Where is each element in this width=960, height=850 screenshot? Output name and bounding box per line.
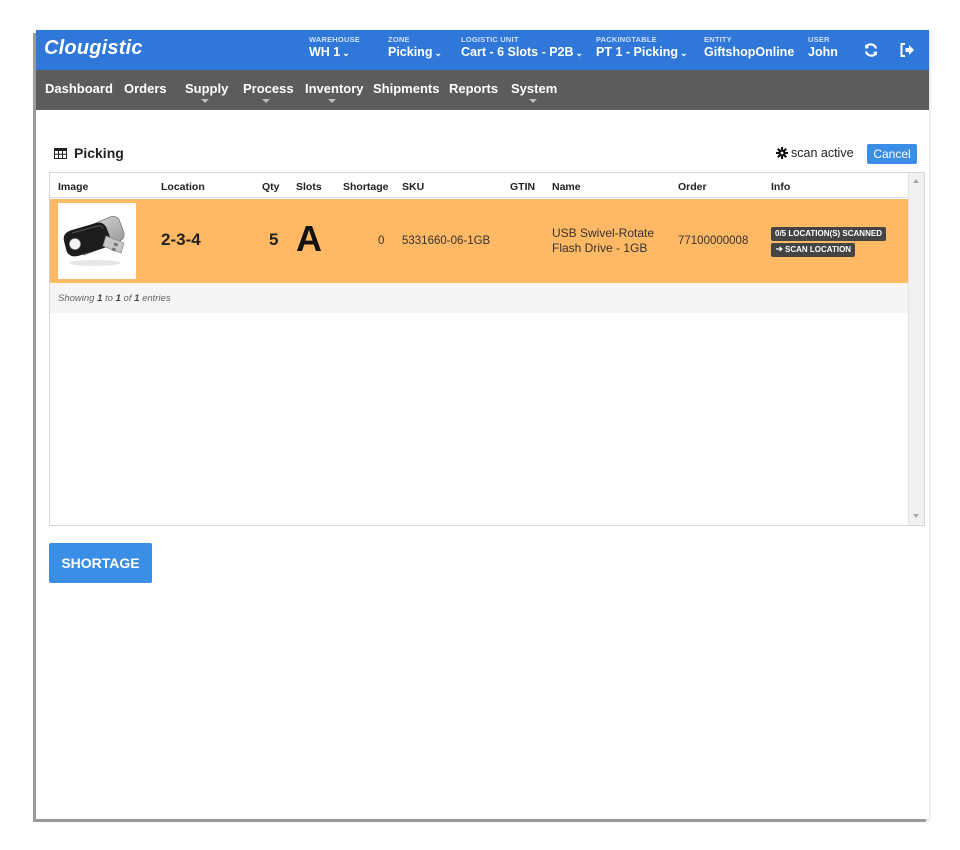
slot-cell: A	[296, 218, 322, 259]
user-field: User John	[808, 35, 838, 59]
shortage-cell: 0	[378, 235, 385, 247]
scroll-down-icon[interactable]	[913, 514, 919, 518]
entries-prefix: Showing	[58, 293, 95, 304]
warehouse-caption: Warehouse	[309, 35, 360, 44]
zone-caption: Zone	[388, 35, 410, 44]
order-cell: 77100000008	[678, 235, 749, 247]
gear-icon	[776, 147, 788, 159]
column-header-name[interactable]: Name	[552, 181, 581, 193]
logistic-unit-caption: Logistic unit	[461, 35, 519, 44]
product-image	[58, 203, 136, 279]
hand-pointer-icon	[776, 246, 783, 252]
column-header-order[interactable]: Order	[678, 181, 707, 193]
refresh-icon[interactable]	[862, 41, 880, 59]
column-header-gtin[interactable]: GTIN	[510, 181, 535, 193]
entries-total: 1	[134, 293, 140, 304]
chevron-down-icon: ⌄	[342, 48, 350, 58]
locations-scanned-badge: 0/5 LOCATION(S) SCANNED	[771, 227, 886, 241]
warehouse-value: WH 1	[309, 45, 341, 59]
chevron-down-icon: ⌄	[434, 48, 443, 58]
column-header-location[interactable]: Location	[161, 181, 205, 193]
cancel-button[interactable]: Cancel	[867, 144, 917, 164]
scan-status: scan active	[776, 146, 854, 160]
entries-of-word: of	[123, 293, 132, 304]
table-scrollbar[interactable]	[908, 173, 924, 525]
submenu-caret-icon	[201, 99, 209, 103]
entity-value: GiftshopOnline	[704, 45, 795, 59]
entity-caption: Entity	[704, 35, 732, 44]
user-caption: User	[808, 35, 830, 44]
entity-field: Entity GiftshopOnline	[704, 35, 794, 59]
logout-icon[interactable]	[898, 41, 916, 59]
scan-status-label: scan active	[791, 146, 854, 160]
top-header-bar: Clougistic Warehouse WH 1 ⌄ Zone Picking ⌄…	[36, 30, 929, 70]
picking-table: Image Location Qty Slots Shortage SKU GT…	[49, 172, 925, 526]
nav-item-orders[interactable]: Orders	[124, 81, 167, 96]
logistic-unit-value: Cart - 6 Slots - P2B	[461, 45, 574, 59]
shortage-button[interactable]: SHORTAGE	[49, 543, 152, 583]
nav-item-process[interactable]: Process	[243, 81, 294, 96]
qty-cell: 5	[269, 230, 279, 249]
nav-item-reports[interactable]: Reports	[449, 81, 498, 96]
user-value: John	[808, 45, 838, 59]
packingtable-selector[interactable]: Packingtable PT 1 - Picking ⌄	[596, 35, 688, 59]
warehouse-selector[interactable]: Warehouse WH 1 ⌄	[309, 35, 360, 59]
table-icon	[54, 148, 67, 159]
entries-to: 1	[115, 293, 121, 304]
scroll-up-icon[interactable]	[913, 179, 919, 183]
column-header-qty[interactable]: Qty	[262, 181, 280, 193]
sku-cell: 5331660-06-1GB	[402, 235, 491, 247]
nav-item-shipments[interactable]: Shipments	[373, 81, 439, 96]
nav-item-supply[interactable]: Supply	[185, 81, 228, 96]
logistic-unit-selector[interactable]: Logistic unit Cart - 6 Slots - P2B ⌄	[461, 35, 583, 59]
name-line-1: USB Swivel-Rotate	[552, 226, 655, 240]
submenu-caret-icon	[328, 99, 336, 103]
name-cell: USB Swivel-Rotate Flash Drive - 1GB	[552, 226, 654, 256]
chevron-down-icon: ⌄	[679, 48, 688, 58]
submenu-caret-icon	[529, 99, 537, 103]
name-line-2: Flash Drive - 1GB	[552, 241, 648, 255]
main-nav: Dashboard Orders Supply Process Inventor…	[36, 70, 929, 110]
column-header-info[interactable]: Info	[771, 181, 790, 193]
entries-to-word: to	[105, 293, 113, 304]
app-window: Clougistic Warehouse WH 1 ⌄ Zone Picking ⌄…	[36, 30, 929, 819]
scan-location-label: SCAN LOCATION	[785, 245, 852, 254]
entries-suffix: entries	[142, 293, 171, 304]
app-logo[interactable]: Clougistic	[44, 37, 143, 60]
column-header-shortage[interactable]: Shortage	[343, 181, 389, 193]
usb-flash-drive-image	[63, 216, 125, 266]
column-header-slots[interactable]: Slots	[296, 181, 322, 193]
table-row[interactable]: 2-3-4 5 A 0 5331660-06-1GB USB Swivel-Ro…	[50, 199, 908, 283]
nav-item-system[interactable]: System	[511, 81, 557, 96]
page-title: Picking	[74, 145, 124, 161]
column-header-sku[interactable]: SKU	[402, 181, 424, 193]
table-info: Showing 1 to 1 of 1 entries	[50, 283, 908, 313]
nav-item-inventory[interactable]: Inventory	[305, 81, 364, 96]
location-cell: 2-3-4	[161, 230, 201, 249]
packingtable-caption: Packingtable	[596, 35, 657, 44]
entries-from: 1	[97, 293, 103, 304]
nav-item-dashboard[interactable]: Dashboard	[45, 81, 113, 96]
chevron-down-icon: ⌄	[575, 48, 584, 58]
submenu-caret-icon	[262, 99, 270, 103]
entries-count: Showing 1 to 1 of 1 entries	[58, 293, 171, 304]
zone-selector[interactable]: Zone Picking ⌄	[388, 35, 442, 59]
scan-location-badge: SCAN LOCATION	[771, 243, 856, 257]
zone-value: Picking	[388, 45, 433, 59]
column-header-image[interactable]: Image	[58, 181, 88, 193]
table-header: Image Location Qty Slots Shortage SKU GT…	[50, 173, 908, 198]
packingtable-value: PT 1 - Picking	[596, 45, 678, 59]
